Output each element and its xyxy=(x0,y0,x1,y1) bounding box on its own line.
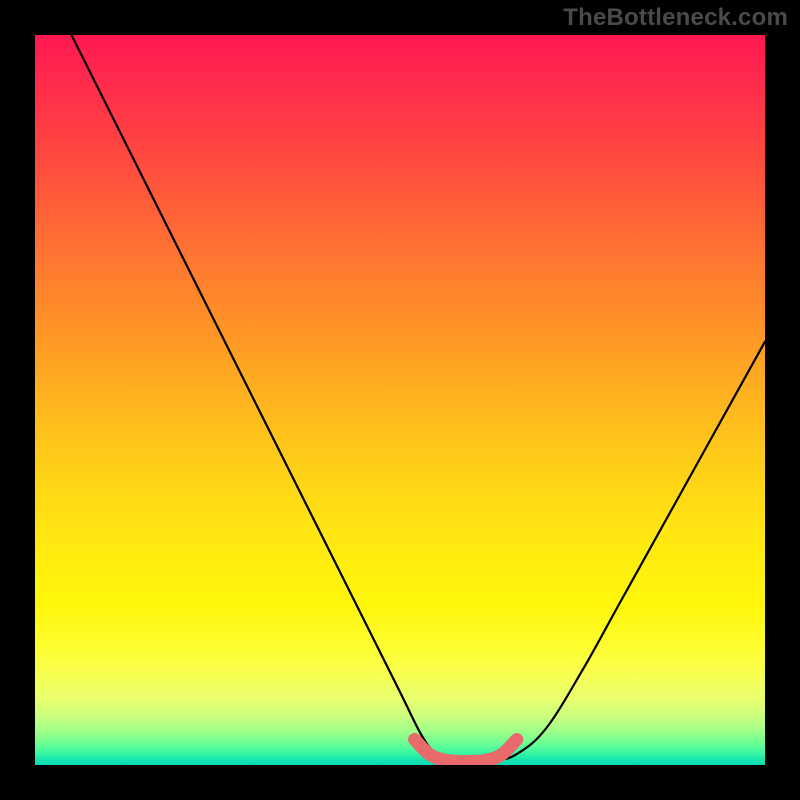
plot-area xyxy=(35,35,765,765)
bottleneck-curve xyxy=(72,35,766,761)
curve-layer xyxy=(35,35,765,765)
flat-bottom-marker xyxy=(415,739,517,761)
watermark-text: TheBottleneck.com xyxy=(563,4,788,32)
chart-frame: TheBottleneck.com xyxy=(0,0,800,800)
